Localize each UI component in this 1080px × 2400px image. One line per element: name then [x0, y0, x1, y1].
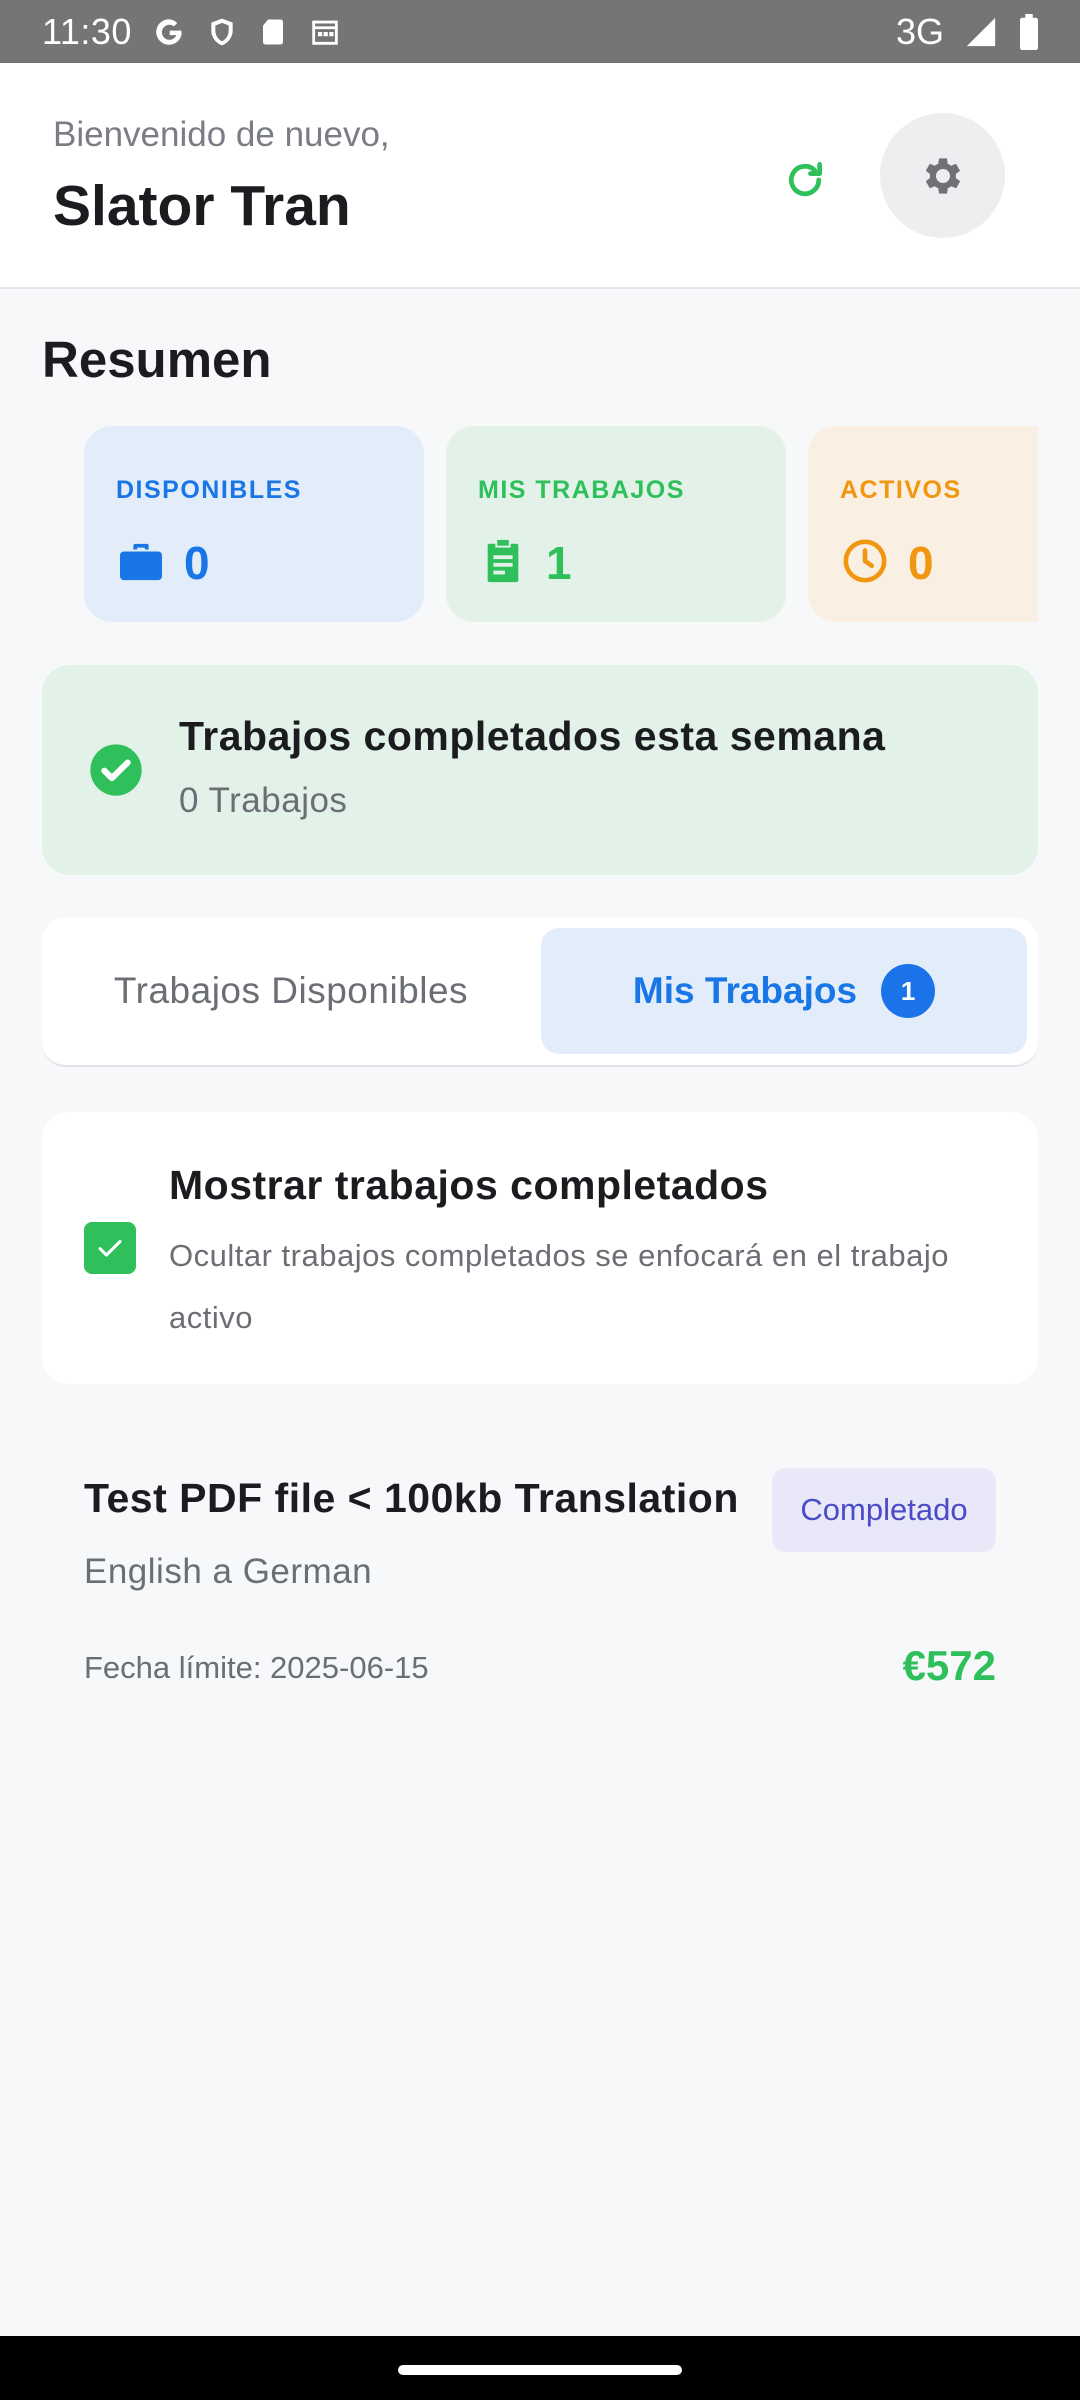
clipboard-icon [480, 538, 526, 584]
stat-card-available[interactable]: DISPONIBLES 0 [84, 426, 424, 622]
status-bar-right: 3G [896, 11, 1040, 53]
stat-value: 1 [546, 537, 572, 589]
welcome-text: Bienvenido de nuevo, [53, 115, 390, 154]
show-completed-checkbox[interactable] [84, 1222, 136, 1274]
job-languages: English a German [84, 1552, 373, 1591]
clock-icon [842, 538, 888, 584]
filter-description: Ocultar trabajos completados se enfocará… [169, 1238, 950, 1335]
user-name: Slator Tran [53, 174, 351, 238]
google-icon [152, 15, 186, 49]
summary-title: Resumen [42, 331, 272, 388]
signal-icon [964, 15, 998, 49]
filter-title: Mostrar trabajos completados [169, 1162, 769, 1208]
battery-icon [1018, 13, 1040, 50]
tab-available-jobs[interactable]: Trabajos Disponibles [42, 928, 540, 1054]
status-bar: 11:30 3G [0, 0, 1080, 63]
weekly-completed-title: Trabajos completados esta semana [179, 713, 886, 759]
refresh-icon [788, 162, 823, 197]
job-status-badge: Completado [772, 1468, 996, 1552]
refresh-button[interactable] [775, 150, 835, 210]
stat-label: MIS TRABAJOS [478, 476, 685, 504]
briefcase-icon [118, 538, 164, 584]
tab-count-badge: 1 [881, 964, 936, 1018]
stat-label: DISPONIBLES [116, 476, 302, 504]
stat-label: ACTIVOS [840, 476, 962, 504]
settings-button[interactable] [880, 113, 1005, 238]
job-tabs: Trabajos Disponibles Mis Trabajos 1 [42, 917, 1038, 1067]
tab-my-jobs[interactable]: Mis Trabajos 1 [541, 928, 1027, 1054]
check-icon [98, 1240, 122, 1257]
status-bar-left: 11:30 [42, 11, 342, 53]
weekly-completed-count: 0 Trabajos [179, 781, 348, 820]
calendar-icon [308, 15, 342, 49]
stat-value: 0 [184, 537, 210, 589]
weekly-completed-banner: Trabajos completados esta semana 0 Traba… [42, 665, 1038, 875]
check-circle-icon [90, 744, 142, 796]
stat-card-active[interactable]: ACTIVOS 0 [808, 426, 1038, 622]
show-completed-filter[interactable]: Mostrar trabajos completados Ocultar tra… [42, 1112, 1038, 1384]
job-list-item[interactable]: Test PDF file < 100kb Translation Comple… [42, 1430, 1038, 1730]
tab-label: Mis Trabajos [632, 970, 858, 1011]
job-deadline: Fecha límite: 2025-06-15 [84, 1650, 429, 1685]
gear-icon [925, 157, 960, 194]
tab-label: Trabajos Disponibles [113, 970, 469, 1011]
sd-card-icon [258, 15, 288, 49]
job-title: Test PDF file < 100kb Translation [84, 1475, 739, 1521]
network-type: 3G [895, 10, 944, 52]
app-header: Bienvenido de nuevo, Slator Tran [0, 63, 1080, 289]
stat-value: 0 [908, 537, 934, 589]
stats-row: DISPONIBLES 0 MIS TRABAJOS 1 ACTIVOS 0 [84, 426, 1038, 622]
job-price: €572 [902, 1642, 996, 1689]
status-time: 11:30 [42, 10, 132, 52]
shield-icon [206, 15, 238, 49]
home-gesture-handle[interactable] [398, 2365, 682, 2375]
stat-card-my-jobs[interactable]: MIS TRABAJOS 1 [446, 426, 786, 622]
